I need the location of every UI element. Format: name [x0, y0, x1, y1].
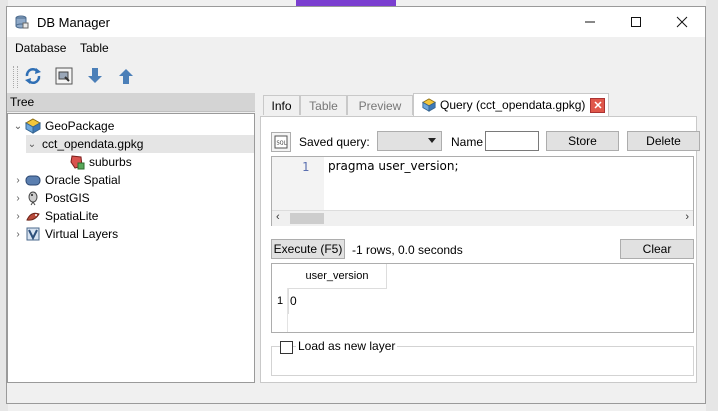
- scroll-right-icon[interactable]: ›: [685, 211, 689, 223]
- tab-query[interactable]: Query (cct_opendata.gpkg): [413, 93, 609, 116]
- status-bar: [7, 385, 705, 403]
- svg-text:SQL: SQL: [277, 141, 287, 147]
- tab-preview[interactable]: Preview: [347, 95, 413, 115]
- scroll-left-icon[interactable]: ‹: [276, 211, 280, 223]
- column-header[interactable]: user_version: [288, 264, 387, 289]
- maximize-button[interactable]: [613, 7, 659, 37]
- refresh-icon: [25, 68, 41, 84]
- query-name-input[interactable]: [485, 131, 539, 151]
- chevron-down-icon[interactable]: ⌄: [12, 121, 24, 132]
- spatialite-icon: [24, 208, 42, 224]
- tree-item-postgis[interactable]: › PostGIS: [12, 189, 90, 207]
- tree-item-virtual-layers[interactable]: › Virtual Layers: [12, 225, 118, 243]
- row-header-divider: [287, 288, 288, 332]
- title-bar[interactable]: DB Manager: [7, 7, 705, 37]
- import-icon: [88, 68, 102, 83]
- tab-info[interactable]: Info: [263, 95, 300, 115]
- postgis-icon: [24, 190, 42, 206]
- chevron-right-icon[interactable]: ›: [12, 193, 24, 204]
- close-button[interactable]: [659, 7, 705, 37]
- clear-button[interactable]: Clear: [620, 239, 694, 259]
- main-panel: Info Table Preview Query (cct_opendata.g…: [260, 93, 700, 383]
- minimize-icon: [585, 21, 595, 23]
- query-status: -1 rows, 0.0 seconds: [352, 243, 463, 257]
- horizontal-scrollbar[interactable]: ‹ ›: [272, 210, 693, 226]
- chevron-down-icon: [428, 138, 436, 143]
- tree-panel-header: Tree: [7, 93, 255, 112]
- load-as-new-layer-checkbox[interactable]: [280, 341, 293, 354]
- name-label: Name: [451, 135, 484, 149]
- sql-text[interactable]: pragma user_version;: [328, 159, 459, 173]
- execute-button[interactable]: Execute (F5): [271, 239, 345, 259]
- tab-table[interactable]: Table: [300, 95, 347, 115]
- store-button[interactable]: Store: [546, 131, 619, 151]
- geopackage-icon: [24, 118, 42, 134]
- polygon-layer-icon: [68, 154, 86, 170]
- toolbar-grip[interactable]: [13, 66, 18, 88]
- table-cell[interactable]: 0: [290, 294, 297, 308]
- tree-item-oracle-spatial[interactable]: › Oracle Spatial: [12, 171, 120, 189]
- menu-table[interactable]: Table: [80, 41, 109, 55]
- result-table[interactable]: user_version 1 0: [271, 263, 694, 333]
- refresh-button[interactable]: [21, 64, 45, 88]
- geopackage-icon: [422, 98, 436, 112]
- line-number: 1: [302, 160, 310, 174]
- chevron-down-icon[interactable]: ⌄: [26, 139, 38, 150]
- scrollbar-thumb[interactable]: [290, 213, 324, 224]
- tab-bar: Info Table Preview Query (cct_opendata.g…: [260, 93, 700, 117]
- sql-editor[interactable]: 1 pragma user_version; ‹ ›: [271, 156, 694, 226]
- virtual-layers-icon: [24, 226, 42, 242]
- tree-item-suburbs[interactable]: suburbs: [68, 153, 132, 171]
- close-icon: [676, 16, 688, 28]
- chevron-right-icon[interactable]: ›: [12, 211, 24, 222]
- maximize-icon: [631, 17, 641, 27]
- tree-item-cct-opendata[interactable]: ⌄ cct_opendata.gpkg: [26, 135, 254, 153]
- saved-query-select[interactable]: [377, 131, 442, 151]
- window-title: DB Manager: [37, 15, 110, 30]
- db-manager-icon: [15, 15, 29, 29]
- menu-bar: Database Table: [7, 37, 705, 59]
- tree-item-geopackage[interactable]: ⌄ GeoPackage: [12, 117, 114, 135]
- background-strip: [706, 0, 718, 411]
- delete-button[interactable]: Delete: [627, 131, 700, 151]
- export-layer-button[interactable]: [114, 64, 138, 88]
- chevron-right-icon[interactable]: ›: [12, 175, 24, 186]
- chevron-right-icon[interactable]: ›: [12, 229, 24, 240]
- minimize-button[interactable]: [567, 7, 613, 37]
- menu-database[interactable]: Database: [15, 41, 66, 55]
- db-manager-window: DB Manager Database Table Tree ⌄ GeoPack…: [6, 6, 706, 404]
- sql-file-icon: SQL: [274, 135, 288, 149]
- load-layer-group: Load as new layer: [271, 339, 694, 376]
- toolbar: [7, 59, 705, 93]
- sql-window-icon: [55, 67, 73, 85]
- tree-panel: Tree ⌄ GeoPackage ⌄ cct_opendata.gpkg su…: [7, 93, 257, 383]
- close-icon: [594, 101, 602, 109]
- tree-panel-title: Tree: [10, 95, 35, 109]
- saved-query-label: Saved query:: [299, 135, 370, 149]
- export-icon: [119, 69, 133, 84]
- tree-view[interactable]: ⌄ GeoPackage ⌄ cct_opendata.gpkg suburbs…: [7, 113, 255, 383]
- oracle-icon: [24, 172, 42, 188]
- load-as-new-layer-label[interactable]: Load as new layer: [296, 339, 398, 353]
- tree-item-spatialite[interactable]: › SpatiaLite: [12, 207, 98, 225]
- sql-file-button[interactable]: SQL: [271, 132, 291, 152]
- import-layer-button[interactable]: [83, 64, 107, 88]
- close-tab-button[interactable]: [590, 97, 606, 113]
- query-pane: SQL Saved query: Name Store Delete 1 pra…: [260, 116, 700, 383]
- line-number-gutter: 1: [272, 157, 324, 210]
- sql-window-button[interactable]: [52, 64, 76, 88]
